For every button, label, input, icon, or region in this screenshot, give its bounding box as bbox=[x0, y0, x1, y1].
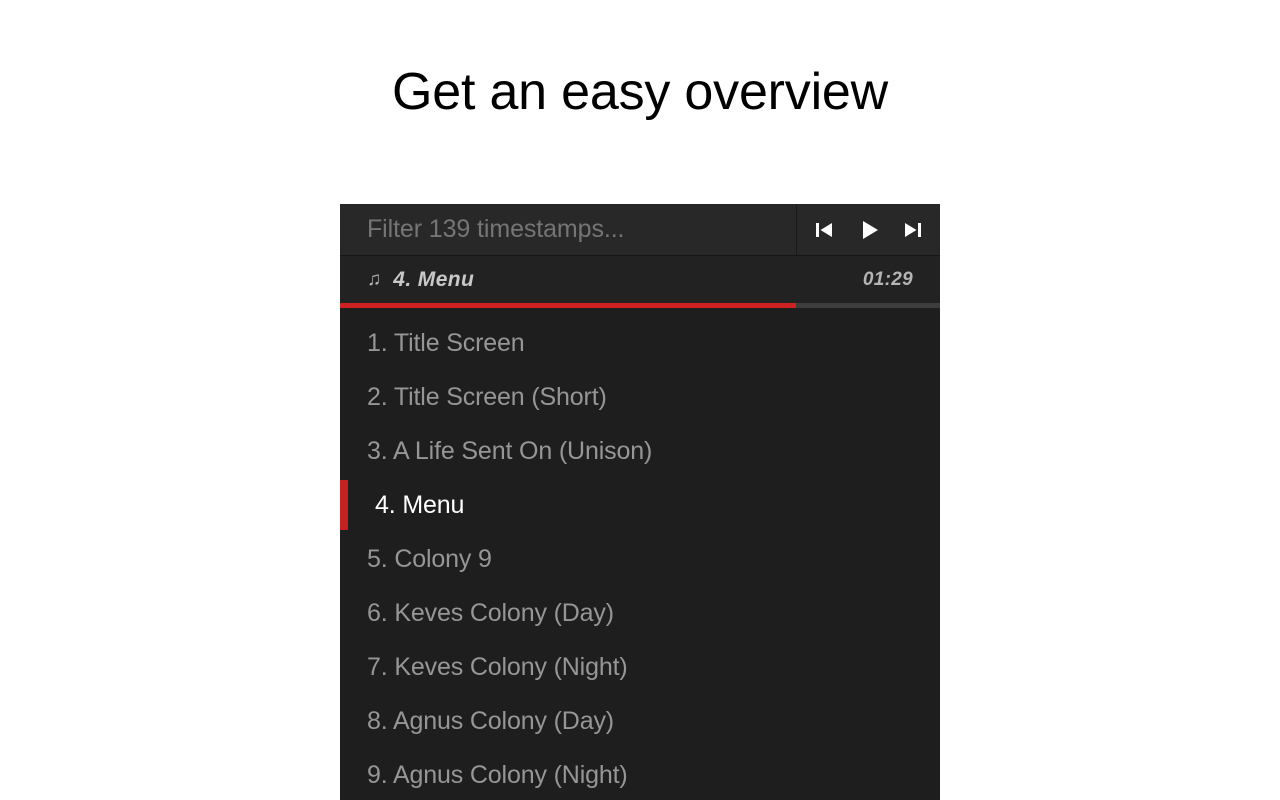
now-playing-time: 01:29 bbox=[862, 268, 913, 290]
transport-controls bbox=[796, 204, 940, 255]
track-list-item-label: 4. Menu bbox=[375, 490, 465, 519]
track-list-item-label: 9. Agnus Colony (Night) bbox=[367, 760, 628, 789]
track-list-item-label: 1. Title Screen bbox=[367, 328, 525, 357]
play-icon[interactable] bbox=[852, 213, 886, 247]
track-list-item[interactable]: 8. Agnus Colony (Day) bbox=[340, 694, 940, 748]
track-list-item[interactable]: 6. Keves Colony (Day) bbox=[340, 586, 940, 640]
track-list-item[interactable]: 1. Title Screen bbox=[340, 316, 940, 370]
filter-timestamps-input[interactable] bbox=[340, 204, 796, 255]
music-player-panel: ♫ 4. Menu 01:29 1. Title Screen 2. Title … bbox=[340, 204, 940, 800]
track-list-item-label: 3. A Life Sent On (Unison) bbox=[367, 436, 653, 465]
track-list-item[interactable]: 2. Title Screen (Short) bbox=[340, 370, 940, 424]
track-list-item[interactable]: 5. Colony 9 bbox=[340, 532, 940, 586]
track-list-item-label: 5. Colony 9 bbox=[367, 544, 492, 573]
track-list-item-label: 6. Keves Colony (Day) bbox=[367, 598, 614, 627]
track-list-item[interactable]: 3. A Life Sent On (Unison) bbox=[340, 424, 940, 478]
track-list-item[interactable]: 9. Agnus Colony (Night) bbox=[340, 748, 940, 800]
skip-next-icon[interactable] bbox=[896, 213, 930, 247]
track-list-item[interactable]: 4. Menu bbox=[340, 478, 940, 532]
music-note-icon: ♫ bbox=[367, 269, 382, 290]
track-list: 1. Title Screen 2. Title Screen (Short) 3.… bbox=[340, 308, 940, 800]
now-playing-title: 4. Menu bbox=[393, 267, 475, 291]
track-list-item-label: 7. Keves Colony (Night) bbox=[367, 652, 628, 681]
active-track-marker bbox=[340, 480, 348, 530]
search-and-transport-bar bbox=[340, 204, 940, 256]
skip-previous-icon[interactable] bbox=[807, 213, 841, 247]
track-list-item-label: 8. Agnus Colony (Day) bbox=[367, 706, 614, 735]
now-playing-row: ♫ 4. Menu 01:29 bbox=[340, 256, 940, 303]
page-title: Get an easy overview bbox=[391, 63, 889, 121]
track-list-item[interactable]: 7. Keves Colony (Night) bbox=[340, 640, 940, 694]
track-list-item-label: 2. Title Screen (Short) bbox=[367, 382, 607, 411]
